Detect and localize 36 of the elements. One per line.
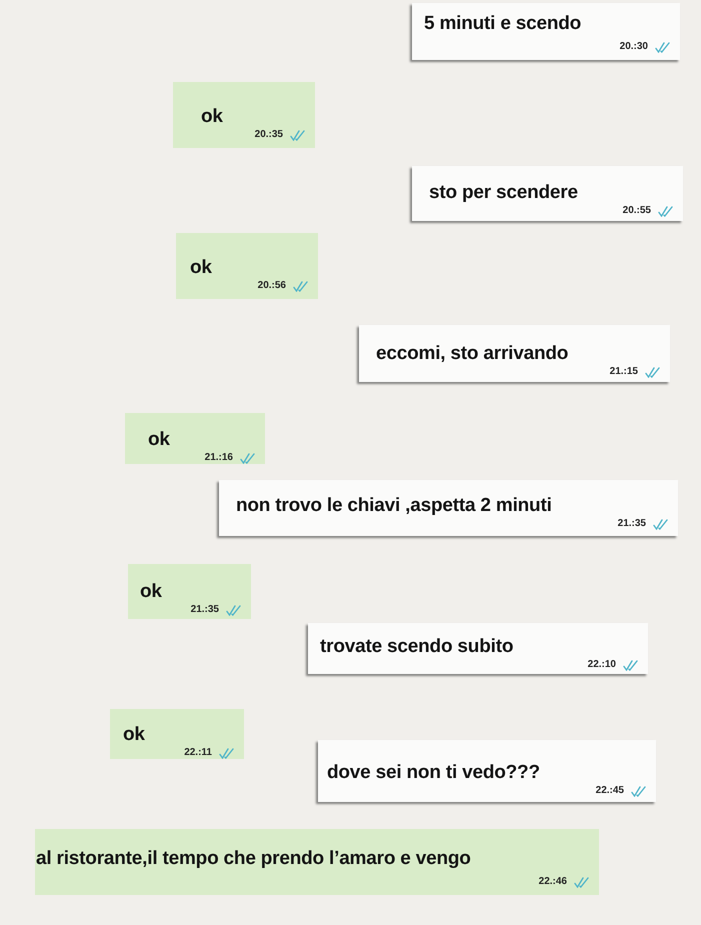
message-text: trovate scendo subito <box>320 635 514 659</box>
message-time: 20.:35 <box>254 129 283 141</box>
message-time: 20.:30 <box>620 41 648 53</box>
message-time: 22.:10 <box>588 659 616 671</box>
message-time: 21.:35 <box>190 604 219 616</box>
message-text: al ristorante,il tempo che prendo l’amaro e vengo <box>36 847 471 871</box>
message-text: ok <box>123 723 145 747</box>
double-check-icon <box>658 206 673 217</box>
message-text: ok <box>148 428 170 452</box>
double-check-icon <box>653 519 668 530</box>
message-time: 22.:11 <box>184 747 212 759</box>
double-check-icon <box>219 748 234 759</box>
message-text: eccomi, sto arrivando <box>376 342 568 366</box>
double-check-icon <box>631 786 646 797</box>
double-check-icon <box>574 877 589 888</box>
double-check-icon <box>293 281 308 292</box>
double-check-icon <box>240 453 255 464</box>
double-check-icon <box>645 367 660 378</box>
message-time: 22.:45 <box>596 785 624 797</box>
message-time: 20.:55 <box>622 205 651 217</box>
message-text: dove sei non ti vedo??? <box>327 761 540 785</box>
message-time: 20.:56 <box>258 280 286 292</box>
double-check-icon <box>226 605 241 616</box>
message-text: ok <box>140 580 162 604</box>
message-text: 5 minuti e scendo <box>424 12 582 36</box>
message-text: ok <box>190 256 212 280</box>
message-time: 21.:15 <box>610 366 638 378</box>
message-text: sto per scendere <box>429 181 578 205</box>
message-time: 21.:16 <box>204 452 233 464</box>
message-time: 21.:35 <box>618 518 646 530</box>
message-text: non trovo le chiavi ,aspetta 2 minuti <box>236 494 552 518</box>
message-time: 22.:46 <box>538 876 567 888</box>
double-check-icon <box>655 42 670 53</box>
double-check-icon <box>290 130 305 141</box>
double-check-icon <box>623 660 638 671</box>
message-text: ok <box>201 105 223 129</box>
